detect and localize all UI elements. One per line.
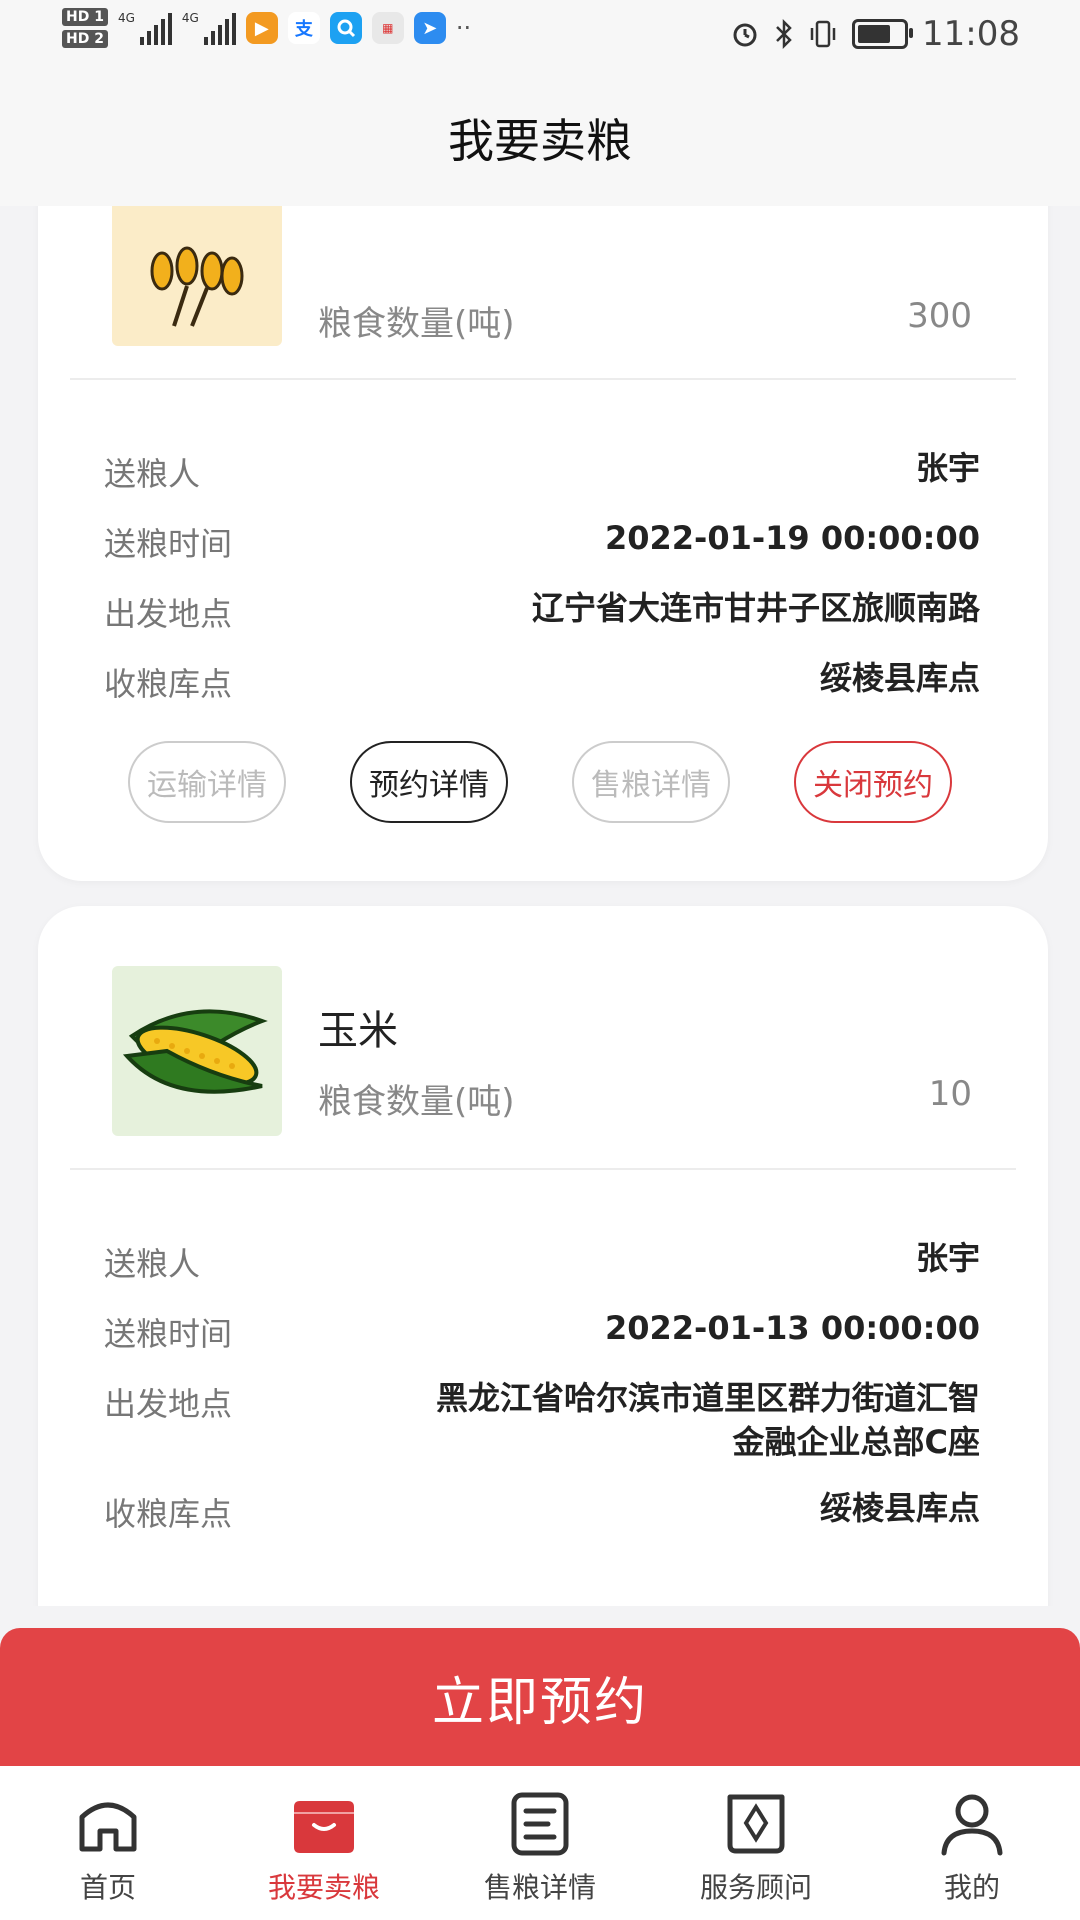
departure-label: 出发地点 xyxy=(104,595,233,633)
sim1-label: HD 1 xyxy=(62,8,108,26)
sim2-label: HD 2 xyxy=(62,30,108,48)
tab-sale-details-label: 售粮详情 xyxy=(483,1871,596,1904)
status-bar: HD 1 HD 2 4G 4G ▶ 支 ▦ ➤ ·· 11:08 xyxy=(0,0,1080,70)
search-app-icon xyxy=(329,12,362,44)
signal-icon: 4G xyxy=(182,11,236,45)
wheat-icon xyxy=(150,246,244,327)
battery-icon xyxy=(852,19,914,49)
sender-label: 送粮人 xyxy=(104,455,201,493)
close-reservation-button[interactable]: 关闭预约 xyxy=(794,741,952,823)
reserve-now-button[interactable]: 立即预约 xyxy=(0,1628,1080,1766)
sender-value: 张宇 xyxy=(915,449,980,487)
grain-image xyxy=(112,966,282,1136)
sender-value: 张宇 xyxy=(915,1239,980,1277)
tab-sell-grain-label: 我要卖粮 xyxy=(267,1871,380,1904)
clock: 11:08 xyxy=(922,14,1020,54)
tab-mine-label: 我的 xyxy=(943,1871,1000,1904)
sender-label: 送粮人 xyxy=(104,1245,201,1283)
tab-sell-grain[interactable]: 我要卖粮 xyxy=(216,1766,432,1920)
reservation-details-button[interactable]: 预约详情 xyxy=(350,741,508,823)
status-left: HD 1 HD 2 4G 4G ▶ 支 ▦ ➤ ·· xyxy=(62,8,471,48)
divider xyxy=(70,1168,1016,1170)
reservation-card: 玉米 粮食数量(吨) 10 送粮人 张宇 送粮时间 2022-01-13 00:… xyxy=(38,906,1048,1606)
depot-label: 收粮库点 xyxy=(104,1495,233,1533)
signal-icon: 4G xyxy=(118,11,172,45)
nav-bar: 我要卖粮 xyxy=(0,70,1080,206)
alipay-icon: 支 xyxy=(287,12,320,44)
transport-details-button[interactable]: 运输详情 xyxy=(128,741,286,823)
delivery-time-value: 2022-01-19 00:00:00 xyxy=(604,519,980,557)
depot-value: 绥棱县库点 xyxy=(819,659,980,697)
more-notifications-icon: ·· xyxy=(455,14,472,42)
network1-label: 4G xyxy=(117,11,135,25)
sale-details-button[interactable]: 售粮详情 xyxy=(572,741,730,823)
feather-app-icon: ➤ xyxy=(413,12,446,44)
reserve-now-label: 立即预约 xyxy=(431,1672,648,1733)
user-icon xyxy=(941,1794,1003,1856)
quantity-label: 粮食数量(吨) xyxy=(318,1082,515,1122)
delivery-time-value: 2022-01-13 00:00:00 xyxy=(604,1309,980,1347)
status-right: 11:08 xyxy=(730,14,1020,54)
reservation-card: 粮食数量(吨) 300 送粮人 张宇 送粮时间 2022-01-19 00:00… xyxy=(38,206,1048,881)
tab-advisor-label: 服务顾问 xyxy=(699,1871,812,1904)
reservation-list[interactable]: 粮食数量(吨) 300 送粮人 张宇 送粮时间 2022-01-19 00:00… xyxy=(0,206,1080,1606)
network2-label: 4G xyxy=(181,11,199,25)
corn-icon xyxy=(122,1009,268,1094)
tab-home-label: 首页 xyxy=(79,1871,136,1904)
grain-name: 玉米 xyxy=(318,1008,398,1054)
quantity-value: 300 xyxy=(907,296,972,336)
bottom-tab-bar: 首页 我要卖粮 售粮详情 服务顾问 我的 xyxy=(0,1766,1080,1920)
document-icon xyxy=(511,1792,569,1856)
grain-image xyxy=(112,206,282,346)
quantity-label: 粮食数量(吨) xyxy=(318,304,515,344)
tab-mine[interactable]: 我的 xyxy=(864,1766,1080,1920)
basket-icon xyxy=(294,1801,354,1853)
advisor-icon xyxy=(727,1794,785,1854)
departure-line-1: 黑龙江省哈尔滨市道里区群力街道汇智 xyxy=(435,1379,980,1417)
quantity-value: 10 xyxy=(928,1074,972,1114)
departure-value: 黑龙江省哈尔滨市道里区群力街道汇智 金融企业总部C座 xyxy=(436,1376,980,1464)
tab-home[interactable]: 首页 xyxy=(0,1766,216,1920)
delivery-time-label: 送粮时间 xyxy=(104,1315,233,1353)
tab-sale-details[interactable]: 售粮详情 xyxy=(432,1766,648,1920)
depot-value: 绥棱县库点 xyxy=(819,1489,980,1527)
page-title: 我要卖粮 xyxy=(448,114,632,168)
bluetooth-icon xyxy=(776,18,792,50)
divider xyxy=(70,378,1016,380)
home-icon xyxy=(79,1802,137,1852)
departure-line-2: 金融企业总部C座 xyxy=(732,1423,981,1461)
alarm-icon xyxy=(733,23,757,47)
depot-label: 收粮库点 xyxy=(104,665,233,703)
departure-label: 出发地点 xyxy=(104,1385,233,1423)
sim-indicator: HD 1 HD 2 xyxy=(62,8,108,48)
video-app-icon: ▶ xyxy=(245,12,278,44)
mail-app-icon: ▦ xyxy=(371,12,404,44)
vibrate-icon xyxy=(810,20,836,48)
delivery-time-label: 送粮时间 xyxy=(104,525,233,563)
departure-value: 辽宁省大连市甘井子区旅顺南路 xyxy=(531,589,980,627)
tab-advisor[interactable]: 服务顾问 xyxy=(648,1766,864,1920)
